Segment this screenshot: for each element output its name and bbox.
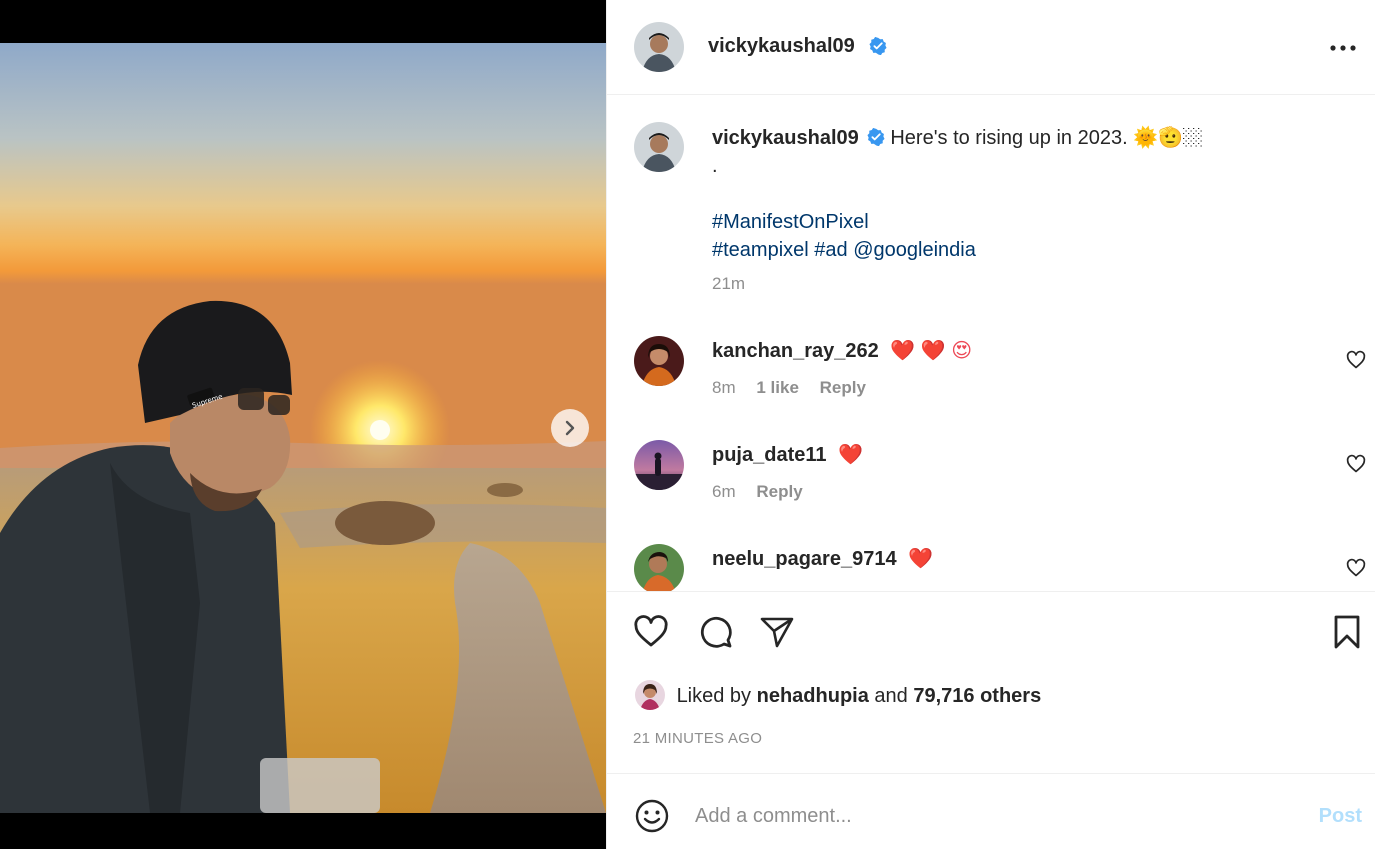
share-send-icon[interactable] [759, 614, 795, 650]
next-photo-button[interactable] [551, 409, 589, 447]
comment-text: ❤️ [838, 444, 863, 466]
reply-button[interactable]: Reply [820, 378, 866, 397]
comment-composer: Post [607, 773, 1375, 849]
liked-by-others[interactable]: 79,716 others [913, 685, 1041, 707]
post-media: Supreme [0, 0, 606, 849]
save-bookmark-icon[interactable] [1329, 614, 1365, 650]
comment-input[interactable] [695, 796, 1285, 836]
post-photo: Supreme [0, 43, 606, 813]
commenter-avatar[interactable] [634, 336, 684, 386]
sunset-portrait-image: Supreme [0, 43, 606, 813]
comment-item: puja_date11 ❤️ 6m Reply [607, 438, 1375, 528]
post-comment-button[interactable]: Post [1319, 805, 1362, 828]
commenter-avatar[interactable] [634, 440, 684, 490]
caption-time[interactable]: 21m [712, 274, 745, 294]
reply-button[interactable]: Reply [756, 482, 802, 501]
liked-by-prefix: Liked by [676, 685, 752, 707]
caption-author-avatar[interactable] [634, 122, 684, 172]
comment-like-heart-icon[interactable] [1346, 454, 1366, 474]
comment-likes[interactable]: 1 like [756, 378, 799, 397]
emoji-smile-icon[interactable] [634, 798, 670, 834]
likes-summary: Liked by nehadhupia and 79,716 others [635, 680, 1041, 710]
comment-like-heart-icon[interactable] [1346, 350, 1366, 370]
mention-googleindia[interactable]: @googleindia [853, 239, 976, 261]
caption-username[interactable]: vickykaushal09 [712, 127, 859, 149]
hashtag-ad[interactable]: #ad [814, 239, 847, 261]
commenter-username[interactable]: neelu_pagare_9714 [712, 548, 897, 570]
author-avatar[interactable] [634, 22, 684, 72]
liked-by-joiner: and [874, 685, 908, 707]
chevron-right-icon [565, 420, 575, 436]
comment-time[interactable]: 8m [712, 378, 736, 397]
comment-item: neelu_pagare_9714 ❤️ [607, 542, 1375, 591]
ellipsis-icon [1330, 45, 1356, 51]
comment-item: kanchan_ray_262 ❤️ ❤️ 😍 8m 1 like Reply [607, 334, 1375, 424]
post-panel: vickykaushal09 vickykaushal09 Here's to … [606, 0, 1375, 849]
commenter-avatar[interactable] [634, 544, 684, 591]
comment-like-heart-icon[interactable] [1346, 558, 1366, 578]
verified-badge-icon [863, 37, 887, 58]
verified-badge-icon [861, 127, 885, 149]
caption-body: vickykaushal09 Here's to rising up in 20… [712, 124, 1332, 264]
liked-by-user[interactable]: nehadhupia [757, 685, 869, 707]
post-actions: Liked by nehadhupia and 79,716 others 21… [607, 591, 1375, 773]
more-options-button[interactable] [1328, 38, 1358, 58]
comment-time[interactable]: 6m [712, 482, 736, 501]
commenter-username[interactable]: puja_date11 [712, 444, 827, 466]
caption-dot: . [712, 155, 718, 177]
comments-section[interactable]: vickykaushal09 Here's to rising up in 20… [607, 96, 1375, 591]
commenter-username[interactable]: kanchan_ray_262 [712, 340, 879, 362]
author-username[interactable]: vickykaushal09 [708, 35, 855, 58]
liker-avatar[interactable] [635, 680, 665, 710]
comment-text: ❤️ [908, 548, 934, 570]
like-heart-icon[interactable] [633, 614, 669, 650]
comment-bubble-icon[interactable] [697, 614, 733, 650]
hashtag-teampixel[interactable]: #teampixel [712, 239, 809, 261]
hashtag-manifestonpixel[interactable]: #ManifestOnPixel [712, 211, 869, 233]
post-header: vickykaushal09 [607, 0, 1375, 95]
post-date[interactable]: 21 MINUTES AGO [633, 730, 762, 747]
caption-text: Here's to rising up in 2023. 🌞🫡🏼 [890, 127, 1203, 149]
comment-text: ❤️ ❤️ 😍 [890, 340, 973, 362]
